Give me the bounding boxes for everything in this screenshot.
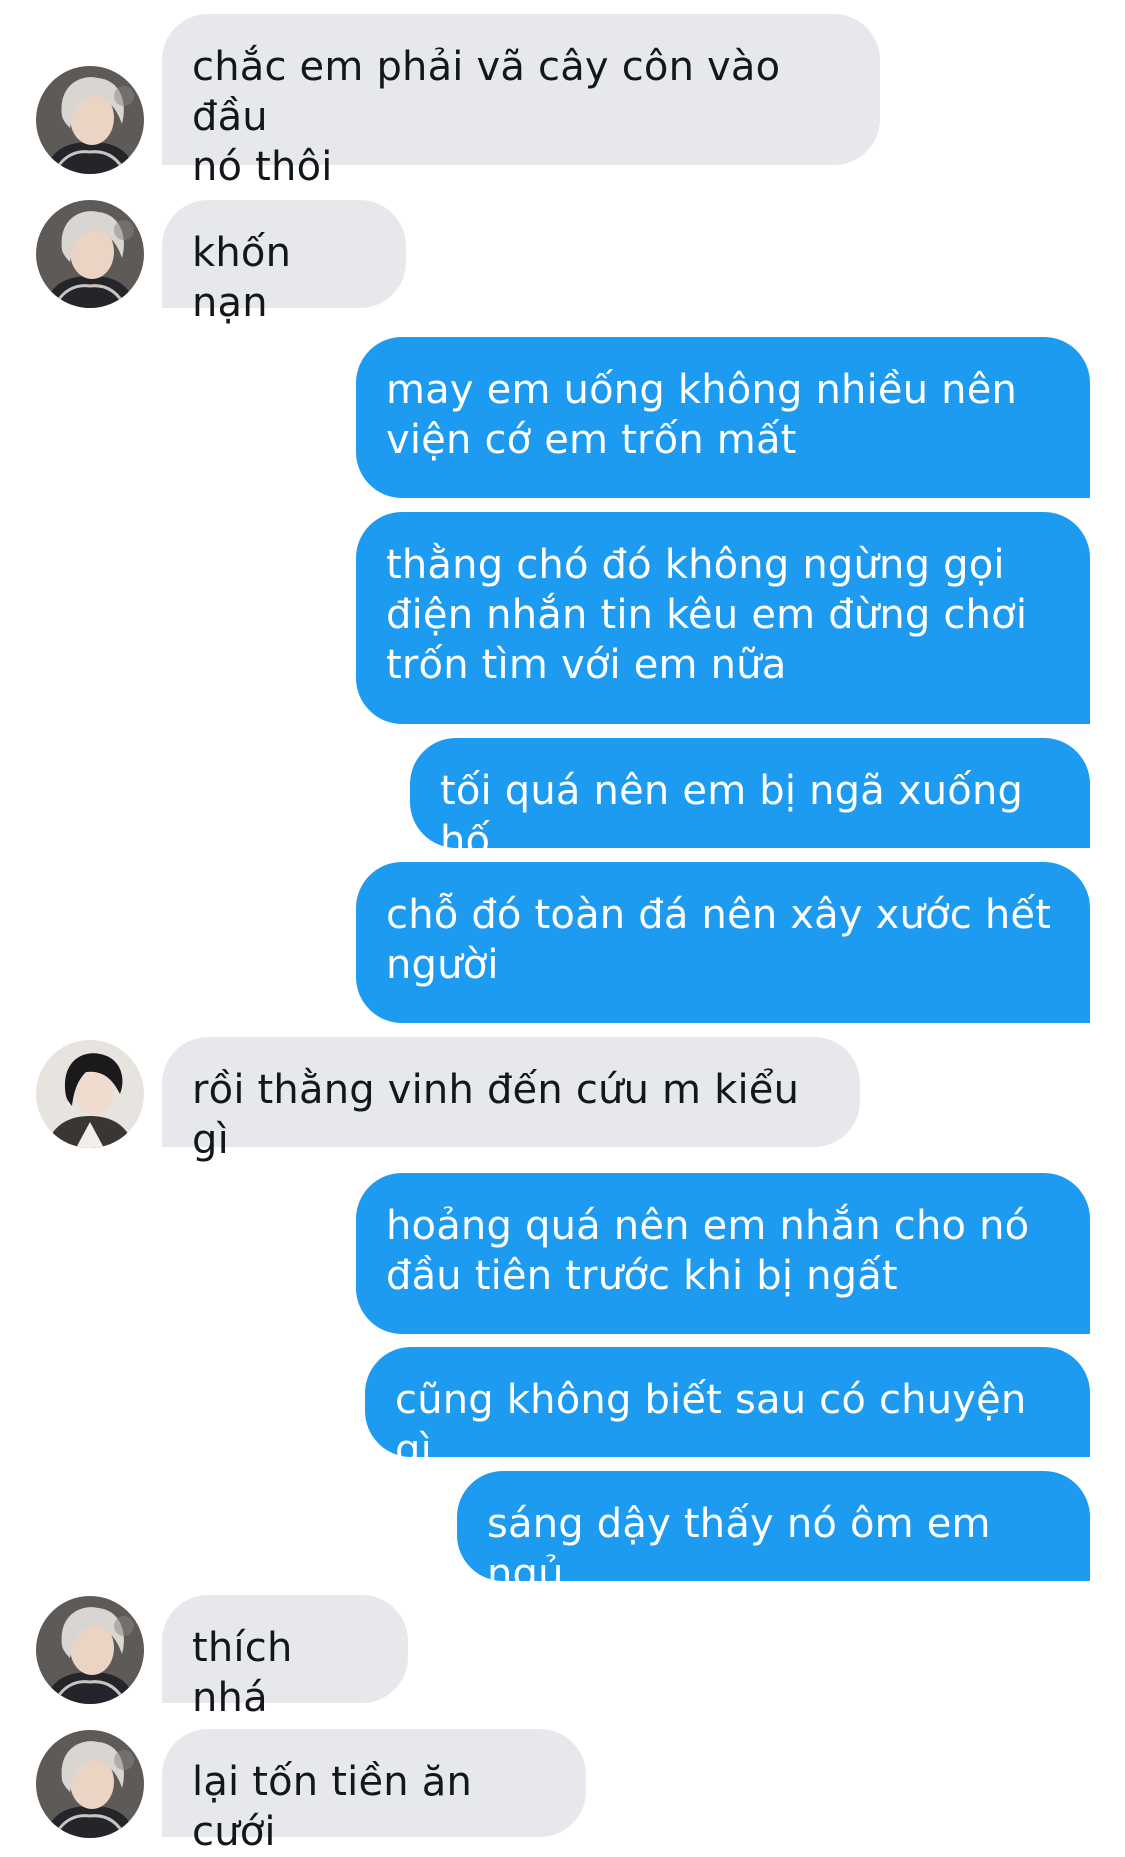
outgoing-message[interactable]: may em uống không nhiều nên viện cớ em t… bbox=[356, 337, 1090, 498]
contact-avatar[interactable] bbox=[36, 66, 144, 174]
dark-hair-avatar-icon bbox=[36, 1040, 144, 1148]
incoming-message[interactable]: thích nhá bbox=[162, 1595, 408, 1721]
silver-hair-avatar-icon bbox=[36, 200, 144, 308]
outgoing-message[interactable]: sáng dậy thấy nó ôm em ngủ bbox=[457, 1471, 1090, 1597]
incoming-message[interactable]: khốn nạn bbox=[162, 200, 406, 326]
outgoing-message[interactable]: thằng chó đó không ngừng gọi điện nhắn t… bbox=[356, 512, 1090, 724]
incoming-message[interactable]: lại tốn tiền ăn cưới bbox=[162, 1729, 586, 1855]
contact-avatar[interactable] bbox=[36, 200, 144, 308]
contact-avatar[interactable] bbox=[36, 1596, 144, 1704]
incoming-message[interactable]: chắc em phải vã cây côn vào đầu nó thôi bbox=[162, 14, 880, 190]
silver-hair-avatar-icon bbox=[36, 66, 144, 174]
chat-conversation: chắc em phải vã cây côn vào đầu nó thôi … bbox=[0, 0, 1125, 1855]
silver-hair-avatar-icon bbox=[36, 1596, 144, 1704]
incoming-message[interactable]: rồi thằng vinh đến cứu m kiểu gì bbox=[162, 1037, 860, 1163]
outgoing-message[interactable]: cũng không biết sau có chuyện gì bbox=[365, 1347, 1090, 1473]
outgoing-message[interactable]: tối quá nên em bị ngã xuống hố bbox=[410, 738, 1090, 864]
silver-hair-avatar-icon bbox=[36, 1730, 144, 1838]
contact-avatar[interactable] bbox=[36, 1730, 144, 1838]
outgoing-message[interactable]: chỗ đó toàn đá nên xây xước hết người bbox=[356, 862, 1090, 1023]
outgoing-message[interactable]: hoảng quá nên em nhắn cho nó đầu tiên tr… bbox=[356, 1173, 1090, 1334]
contact-avatar[interactable] bbox=[36, 1040, 144, 1148]
